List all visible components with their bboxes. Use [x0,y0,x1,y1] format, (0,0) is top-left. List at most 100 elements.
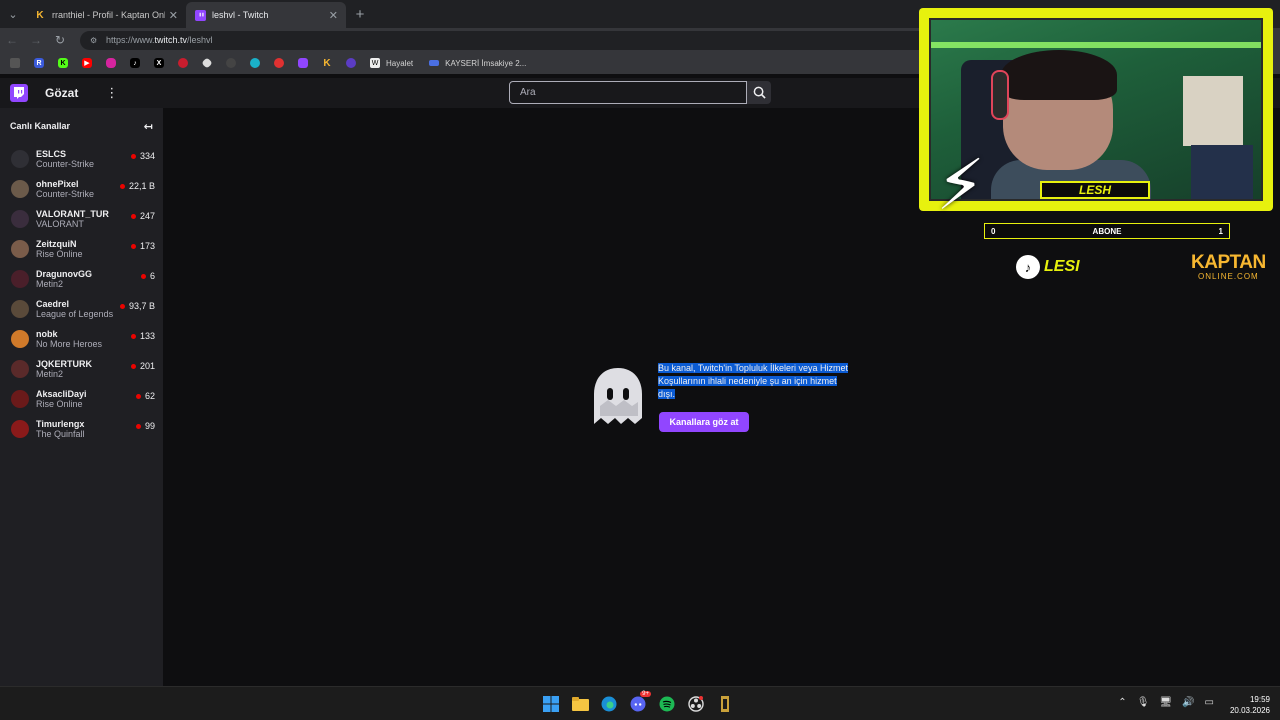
bookmark-cyan-icon[interactable] [246,52,264,74]
channel-list: ESLCS Counter-Strike 334 ohnePixel Counter-S… [0,144,163,444]
sidebar-channel-item[interactable]: ESLCS Counter-Strike 334 [0,144,163,174]
bookmark-kaptan-icon[interactable]: K [318,52,336,74]
flag-icon [429,60,440,66]
system-tray: ⌃ 🎙 🖥 🔊 ▭ [1108,697,1214,708]
bookmark-steam-icon[interactable] [222,52,240,74]
viewer-count-value: 133 [139,331,155,341]
live-indicator-icon [130,333,136,339]
microphone-icon[interactable]: 🎙 [1137,697,1150,708]
channel-avatar [11,420,29,438]
bookmark-diamond-icon[interactable] [198,52,216,74]
url-host: twitch.tv [154,35,188,45]
bookmark-kick-icon[interactable]: K [54,52,72,74]
windows-start-icon[interactable] [540,693,562,715]
back-icon[interactable]: ← [0,33,24,47]
sidebar-header: Canlı Kanallar ↤ [0,108,163,144]
close-tab-icon[interactable]: ✕ [169,9,178,22]
channel-game: Counter-Strike [36,159,95,169]
bookmark-r-icon[interactable]: R [30,52,48,74]
kaptan-online-logo: KAPTAN ONLINE.COM [1191,253,1266,281]
bookmark-apps-icon[interactable] [6,52,24,74]
tray-overflow-icon[interactable]: ⌃ [1118,697,1126,708]
viewer-count-value: 93,7 B [128,301,155,311]
forward-icon[interactable]: → [24,33,48,47]
search-button[interactable] [747,81,771,104]
clock-date: 20.03.2026 [1229,706,1270,715]
collapse-sidebar-icon[interactable]: ↤ [144,120,153,133]
channel-avatar [11,270,29,288]
bookmark-youtube-icon[interactable]: ▶ [78,52,96,74]
subscriber-goal-bar: 0 ABONE 1 [984,223,1230,239]
sidebar-channel-item[interactable]: Timurlengx The Quinfall 99 [0,414,163,444]
bookmark-purple-icon[interactable] [342,52,360,74]
wall-poster-eagle [1191,145,1253,199]
viewer-count: 62 [135,391,155,401]
edge-browser-icon[interactable] [598,693,620,715]
sub-goal-label: ABONE [1092,226,1122,236]
channel-avatar [11,210,29,228]
discord-icon[interactable]: 9+ [627,691,651,715]
wall-poster [1183,76,1243,146]
tab-search-dropdown-icon[interactable]: ⌄ [0,0,26,28]
sidebar-channel-item[interactable]: nobk No More Heroes 133 [0,324,163,354]
more-options-icon[interactable]: ⋮ [105,85,118,101]
obs-icon[interactable] [685,693,707,715]
twitch-logo-icon[interactable] [10,84,28,102]
live-indicator-icon [135,423,141,429]
viewer-count-value: 22,1 B [128,181,155,191]
bookmark-tiktok-icon[interactable]: ♪ [126,52,144,74]
url-input[interactable]: ⚙ https://www. twitch.tv/leshvl [80,30,940,50]
wikipedia-icon: W [370,58,380,68]
new-tab-button[interactable]: + [348,6,372,23]
reload-icon[interactable]: ↻ [48,33,72,47]
bookmark-instagram-icon[interactable] [102,52,120,74]
live-indicator-icon [130,213,136,219]
sponsor-name: KAPTAN [1191,252,1266,273]
search-input[interactable]: Ara [509,81,747,104]
sidebar-channel-item[interactable]: AksacliDayi Rise Online 62 [0,384,163,414]
viewer-count: 6 [140,271,155,281]
close-tab-icon[interactable]: ✕ [329,9,338,22]
live-indicator-icon [130,153,136,159]
sidebar-channel-item[interactable]: ohnePixel Counter-Strike 22,1 B [0,174,163,204]
volume-icon[interactable]: 🔊 [1182,697,1194,708]
viewer-count: 99 [135,421,155,431]
tab-kaptan-profile[interactable]: K rranthiel - Profil - Kaptan Online ✕ [26,2,186,28]
sidebar-channel-item[interactable]: Caedrel League of Legends 93,7 B [0,294,163,324]
streamer-hair [1001,50,1117,100]
viewer-count-value: 201 [139,361,155,371]
channel-avatar [11,180,29,198]
sidebar-channel-item[interactable]: DragunovGG Metin2 6 [0,264,163,294]
taskbar-clock[interactable]: 19:59 20.03.2026 [1230,694,1270,716]
bookmark-twitch-icon[interactable] [294,52,312,74]
browse-link[interactable]: Gözat [45,86,78,100]
live-indicator-icon [119,303,125,309]
bookmark-kayseri[interactable]: KAYSERİ İmsakiye 2... [429,59,526,68]
channel-game: No More Heroes [36,339,103,349]
game-launcher-icon[interactable] [714,693,736,715]
viewer-count: 133 [130,331,155,341]
bookmark-label: Hayalet [386,58,414,68]
viewer-count: 247 [130,211,155,221]
browse-channels-button[interactable]: Kanallara göz at [659,412,749,432]
network-icon[interactable]: 🖥 [1159,697,1172,708]
spotify-icon[interactable] [656,693,678,715]
sidebar-channel-item[interactable]: JQKERTURK Metin2 201 [0,354,163,384]
site-info-icon[interactable]: ⚙ [90,36,100,45]
live-indicator-icon [119,183,125,189]
bookmark-red-icon[interactable] [174,52,192,74]
bookmark-target-icon[interactable] [270,52,288,74]
viewer-count: 22,1 B [119,181,155,191]
discord-badge: 9+ [640,691,651,697]
viewer-count: 93,7 B [119,301,155,311]
sub-goal-target: 1 [1218,226,1223,236]
sidebar-channel-item[interactable]: VALORANT_TUR VALORANT 247 [0,204,163,234]
tab-twitch-leshvl[interactable]: leshvl - Twitch ✕ [186,2,346,28]
viewer-count: 201 [130,361,155,371]
live-indicator-icon [130,363,136,369]
sidebar-channel-item[interactable]: ZeitzquiN Rise Online 173 [0,234,163,264]
bookmark-x-icon[interactable]: X [150,52,168,74]
bookmark-hayalet[interactable]: W Hayalet [370,58,413,68]
battery-icon[interactable]: ▭ [1205,697,1214,708]
file-explorer-icon[interactable] [569,693,591,715]
